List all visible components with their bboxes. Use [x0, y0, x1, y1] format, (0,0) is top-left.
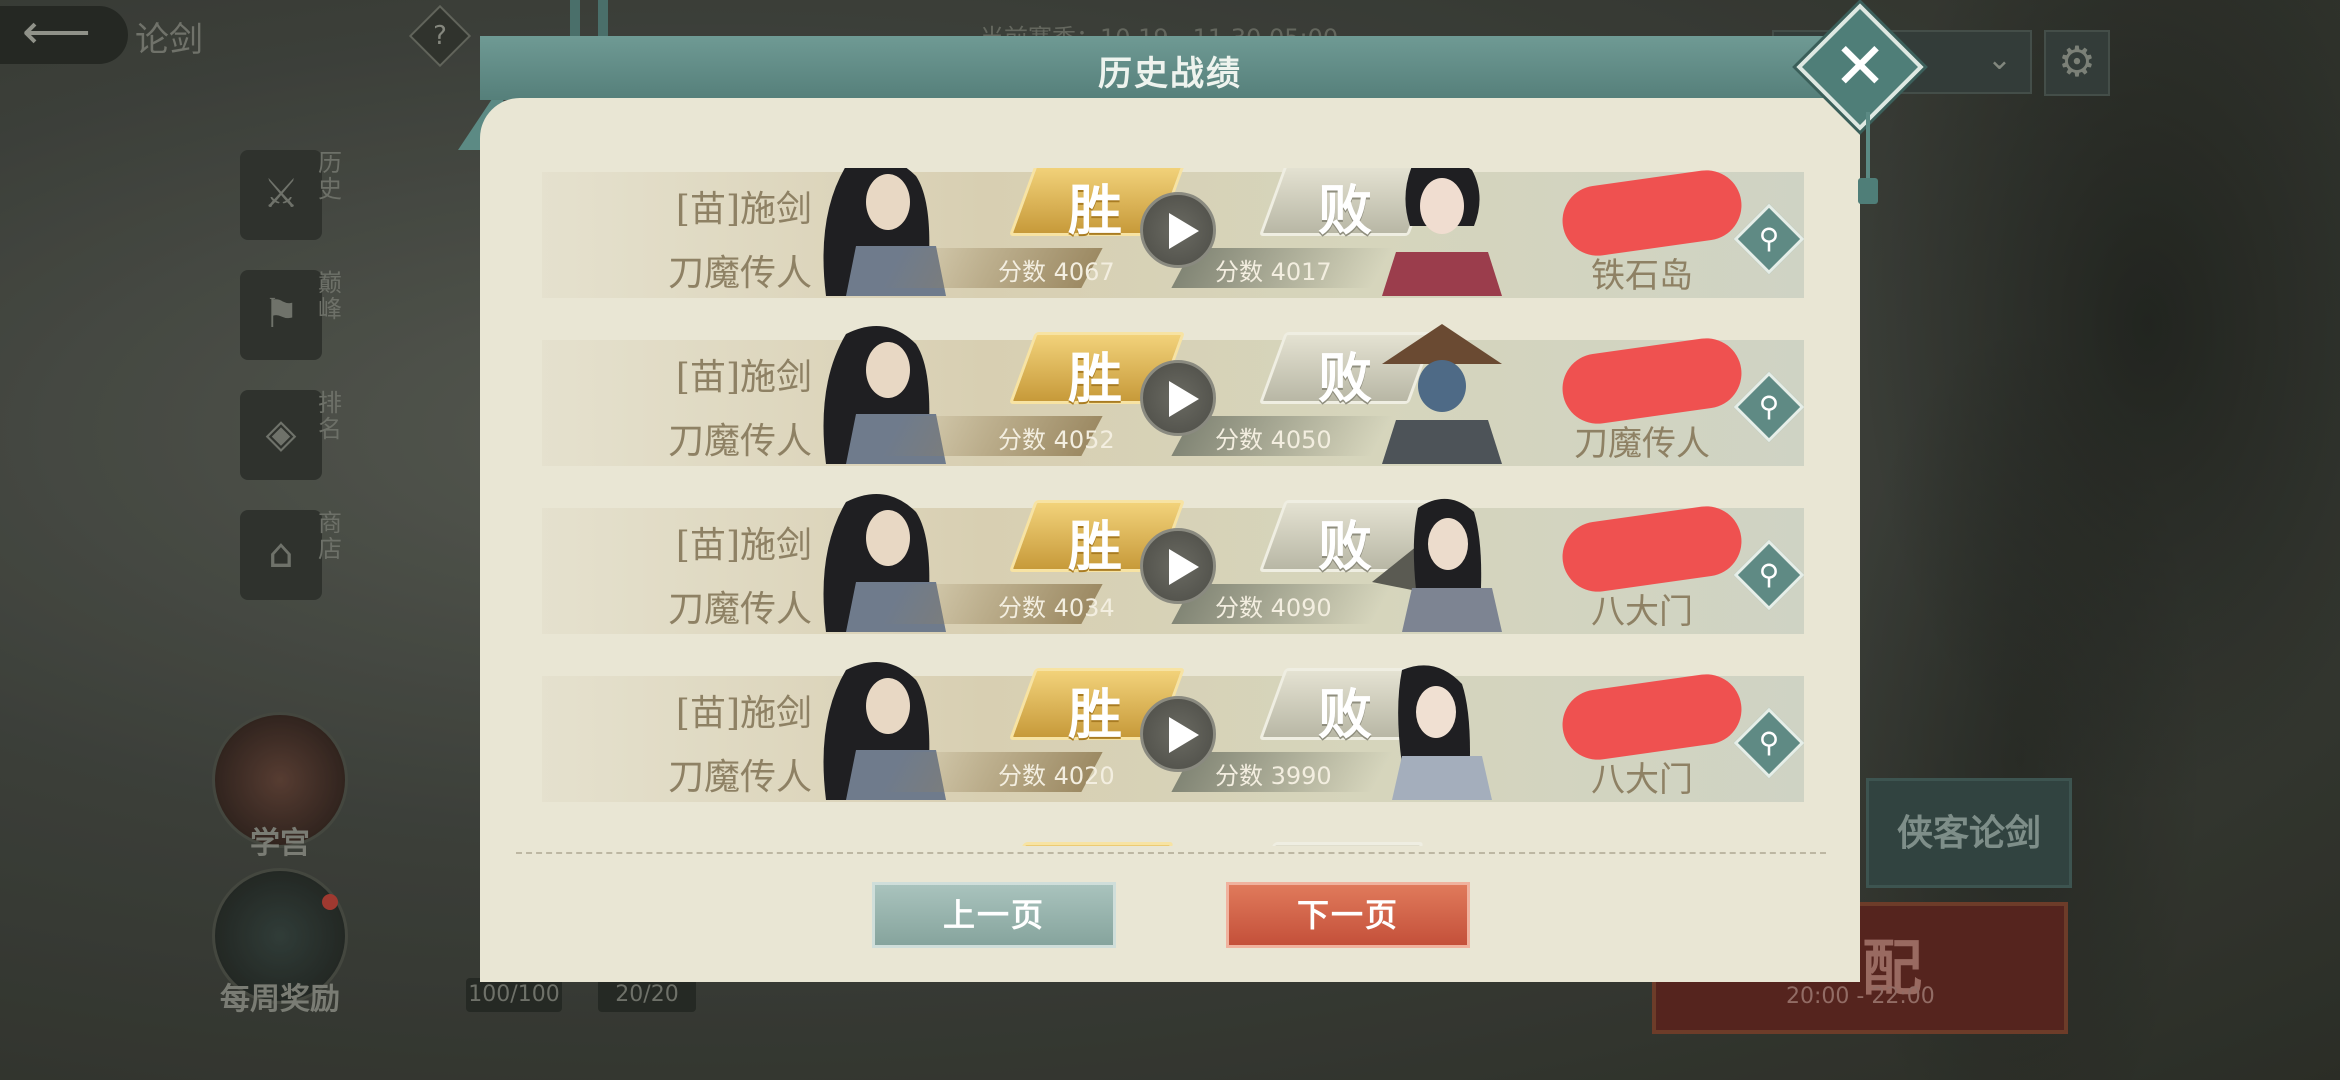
player-school: 刀魔传人: [667, 253, 812, 294]
player-score: 分数 4052: [998, 426, 1115, 454]
opponent-school: 八大门: [1591, 592, 1693, 632]
opponent-school: 刀魔传人: [1574, 424, 1710, 464]
close-icon: ✕: [1833, 30, 1887, 104]
record-row-partial: [542, 840, 1804, 846]
modal-title: 历史战绩: [1098, 54, 1242, 94]
player-name: [苗]施剑: [675, 189, 812, 230]
player-school: 刀魔传人: [667, 589, 812, 630]
opponent-school: 八大门: [1591, 760, 1693, 800]
opponent-portrait: [1382, 168, 1502, 296]
opponent-portrait: [1382, 324, 1502, 464]
win-badge: [1020, 842, 1174, 846]
player-name: [苗]施剑: [675, 357, 812, 398]
list-divider: [516, 852, 1826, 854]
next-page-button[interactable]: 下一页: [1226, 882, 1470, 948]
magnifier-icon: ⚲: [1758, 726, 1780, 759]
player-school: 刀魔传人: [667, 421, 812, 462]
player-name: [苗]施剑: [675, 693, 812, 734]
opponent-portrait: [1372, 498, 1502, 632]
prev-page-button[interactable]: 上一页: [872, 882, 1116, 948]
record-row: [苗]施剑 刀魔传人 胜 败 分数 4020 分数 3990 八大门 ⚲: [542, 662, 1804, 802]
modal-header: 历史战绩: [480, 36, 1860, 100]
tassel-ornament: [1858, 112, 1878, 204]
record-row: [苗]施剑 刀魔传人 胜 败 分数 4034 分数 4090 八大门 ⚲: [542, 494, 1804, 634]
lose-badge: [1270, 842, 1424, 846]
opponent-portrait: [1392, 665, 1492, 800]
opponent-school: 铁石岛: [1591, 256, 1693, 296]
record-row: [苗]施剑 刀魔传人 胜 败 分数 4052 分数 4050 刀魔传人 ⚲: [542, 324, 1804, 466]
player-score: 分数 4020: [998, 762, 1115, 790]
player-school: 刀魔传人: [667, 757, 812, 798]
magnifier-icon: ⚲: [1758, 558, 1780, 591]
player-score: 分数 4067: [998, 258, 1115, 286]
magnifier-icon: ⚲: [1758, 390, 1780, 423]
player-score: 分数 4034: [998, 594, 1115, 622]
player-name: [苗]施剑: [675, 525, 812, 566]
magnifier-icon: ⚲: [1758, 222, 1780, 255]
record-row: [苗]施剑 刀魔传人 胜 胜 败 分数 4067 分数 4017 铁石岛 ⚲: [542, 168, 1804, 298]
record-list[interactable]: [苗]施剑 刀魔传人 胜 胜 败 分数 4067 分数 4017 铁石岛 ⚲ […: [542, 168, 1804, 846]
